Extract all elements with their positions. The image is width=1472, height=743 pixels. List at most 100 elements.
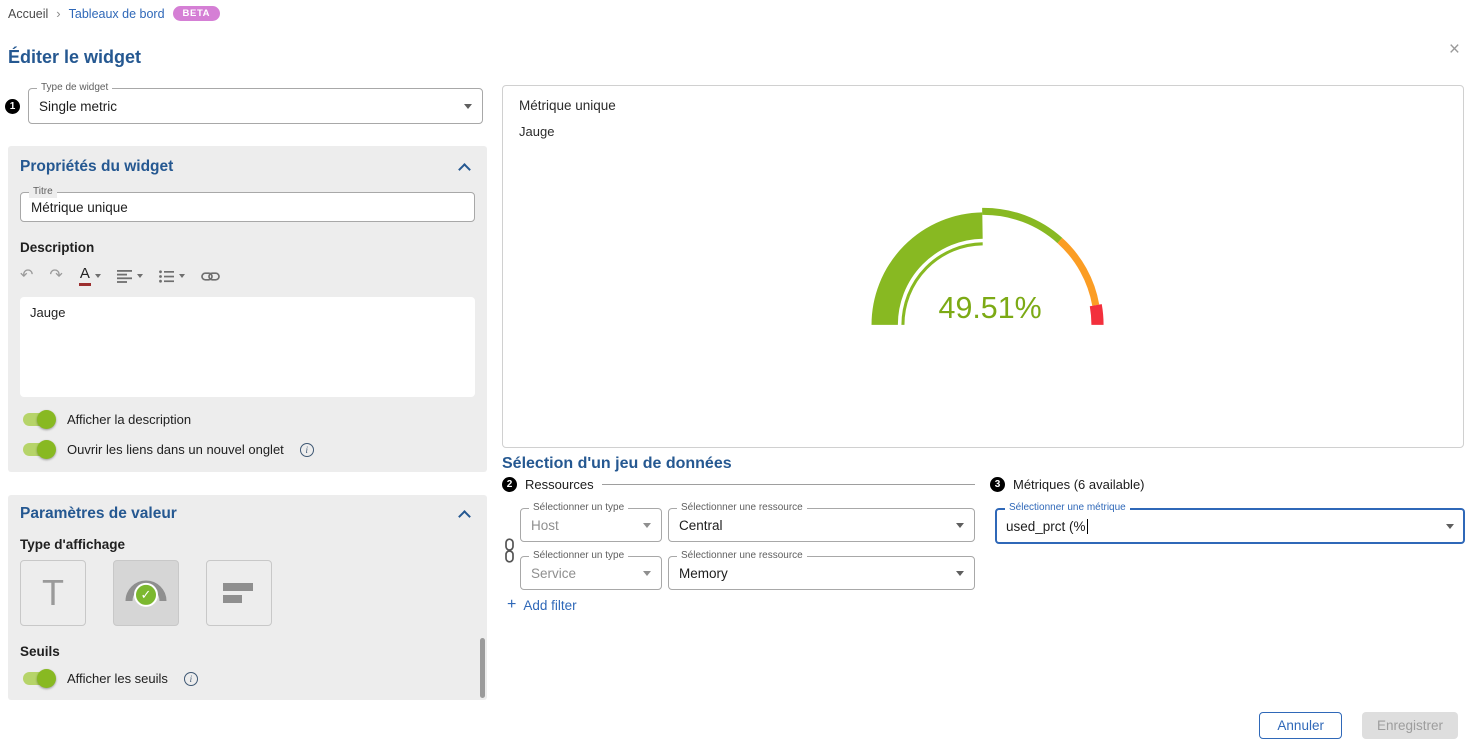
step-1-badge: 1 (5, 99, 20, 114)
resources-header: 2 Ressources (502, 477, 975, 492)
widget-properties-panel: Propriétés du widget Titre Métrique uniq… (8, 146, 487, 472)
metric-select-input[interactable]: Sélectionner une métrique used_prct (% (995, 508, 1465, 544)
metric-select-value: used_prct (% (1006, 519, 1086, 534)
text-color-button[interactable]: A (79, 266, 101, 287)
resource-label: Sélectionner une ressource (677, 550, 807, 562)
resource-type-select-1[interactable]: Sélectionner un type Host (520, 508, 662, 542)
widget-editor-page: Accueil › Tableaux de bord BETA Éditer l… (0, 0, 1472, 743)
description-label: Description (20, 240, 475, 255)
chevron-down-icon (956, 571, 964, 576)
show-description-toggle[interactable] (23, 413, 53, 426)
preview-title: Métrique unique (519, 98, 1447, 113)
linked-rows-chain-icon (503, 538, 516, 563)
cancel-button[interactable]: Annuler (1259, 712, 1342, 739)
widget-properties-title: Propriétés du widget (20, 158, 173, 176)
breadcrumb: Accueil › Tableaux de bord BETA (8, 6, 220, 21)
metric-select-label: Sélectionner une métrique (1005, 502, 1130, 514)
step-3-badge: 3 (990, 477, 1005, 492)
plus-icon: + (507, 597, 516, 613)
chevron-down-icon (956, 523, 964, 528)
resource-type-label: Sélectionner un type (529, 550, 628, 562)
collapse-chevron-icon[interactable] (458, 163, 471, 176)
resource-type-value: Host (531, 518, 559, 533)
add-filter-label: Add filter (523, 598, 576, 613)
text-align-button[interactable] (117, 270, 143, 283)
display-type-gauge-button[interactable]: ✓ (113, 560, 179, 626)
add-filter-button[interactable]: + Add filter (507, 597, 577, 613)
gauge-value-text: 49.51% (939, 291, 1042, 325)
resource-value: Central (679, 518, 723, 533)
widget-type-value: Single metric (39, 99, 117, 114)
resource-select-2[interactable]: Sélectionner une ressource Memory (668, 556, 975, 590)
display-type-options: T ✓ (20, 560, 475, 626)
gauge-chart: 49.51% (839, 183, 1129, 335)
link-icon (201, 271, 220, 282)
resource-type-select-2[interactable]: Sélectionner un type Service (520, 556, 662, 590)
undo-icon[interactable]: ↶ (20, 268, 33, 284)
beta-badge: BETA (173, 6, 221, 21)
preview-description: Jauge (519, 124, 1447, 139)
open-links-row: Ouvrir les liens dans un nouvel onglet (20, 442, 475, 457)
thresholds-label: Seuils (20, 644, 475, 659)
breadcrumb-home-link[interactable]: Accueil (8, 7, 48, 21)
resource-select-1[interactable]: Sélectionner une ressource Central (668, 508, 975, 542)
title-input-label: Titre (29, 186, 57, 198)
widget-properties-heading: Propriétés du widget (20, 158, 475, 176)
panel-scrollbar[interactable] (480, 638, 485, 698)
display-type-label: Type d'affichage (20, 537, 475, 552)
dialog-footer: Annuler Enregistrer (1259, 712, 1458, 739)
open-links-label: Ouvrir les liens dans un nouvel onglet (67, 442, 284, 457)
resources-label: Ressources (525, 477, 594, 492)
display-type-text-button[interactable]: T (20, 560, 86, 626)
chevron-down-icon (137, 274, 143, 278)
chevron-down-icon (643, 571, 651, 576)
page-title: Éditer le widget (8, 47, 141, 68)
close-icon[interactable]: × (1449, 40, 1460, 59)
show-thresholds-row: Afficher les seuils (20, 671, 475, 686)
title-input-value: Métrique unique (31, 200, 128, 215)
chevron-down-icon (95, 274, 101, 278)
show-thresholds-toggle[interactable] (23, 672, 53, 685)
text-color-icon: A (79, 266, 91, 287)
show-thresholds-toggle-label: Afficher les seuils (67, 671, 168, 686)
align-icon (117, 270, 133, 283)
widget-preview: Métrique unique Jauge 49.51% (502, 85, 1464, 448)
widget-type-label: Type de widget (37, 82, 112, 94)
list-format-button[interactable] (159, 270, 185, 283)
bar-display-icon (221, 580, 257, 606)
chevron-down-icon (643, 523, 651, 528)
save-button[interactable]: Enregistrer (1362, 712, 1458, 739)
info-icon[interactable] (300, 443, 314, 457)
title-input[interactable]: Titre Métrique unique (20, 192, 475, 222)
insert-link-button[interactable] (201, 271, 220, 282)
description-toolbar: ↶ ↷ A (20, 265, 475, 287)
resource-row: Sélectionner un type Service Sélectionne… (520, 556, 975, 590)
chevron-down-icon (464, 104, 472, 109)
redo-icon[interactable]: ↷ (49, 268, 62, 284)
resource-type-value: Service (531, 566, 576, 581)
list-icon (159, 270, 175, 283)
gauge-track-ok (982, 211, 1060, 240)
info-icon[interactable] (184, 672, 198, 686)
display-type-bar-button[interactable] (206, 560, 272, 626)
toggle-knob (37, 410, 56, 429)
metrics-header: 3 Métriques (6 available) (990, 477, 1145, 492)
widget-type-select[interactable]: Type de widget Single metric (28, 88, 483, 124)
divider (602, 484, 975, 485)
collapse-chevron-icon[interactable] (458, 510, 471, 523)
description-text: Jauge (30, 305, 65, 320)
text-cursor (1087, 519, 1088, 534)
resource-row: Sélectionner un type Host Sélectionner u… (520, 508, 975, 542)
open-links-toggle[interactable] (23, 443, 53, 456)
toggle-knob (37, 440, 56, 459)
selected-check-icon: ✓ (134, 583, 158, 607)
description-editor[interactable]: Jauge (20, 297, 475, 397)
gauge-track-critical (1096, 305, 1098, 325)
dataset-heading: Sélection d'un jeu de données (502, 455, 732, 473)
resource-label: Sélectionner une ressource (677, 502, 807, 514)
value-settings-title: Paramètres de valeur (20, 505, 177, 523)
breadcrumb-dashboards-link[interactable]: Tableaux de bord (69, 7, 165, 21)
gauge-track-warning (1060, 241, 1096, 306)
show-description-row: Afficher la description (20, 412, 475, 427)
chevron-down-icon (179, 274, 185, 278)
